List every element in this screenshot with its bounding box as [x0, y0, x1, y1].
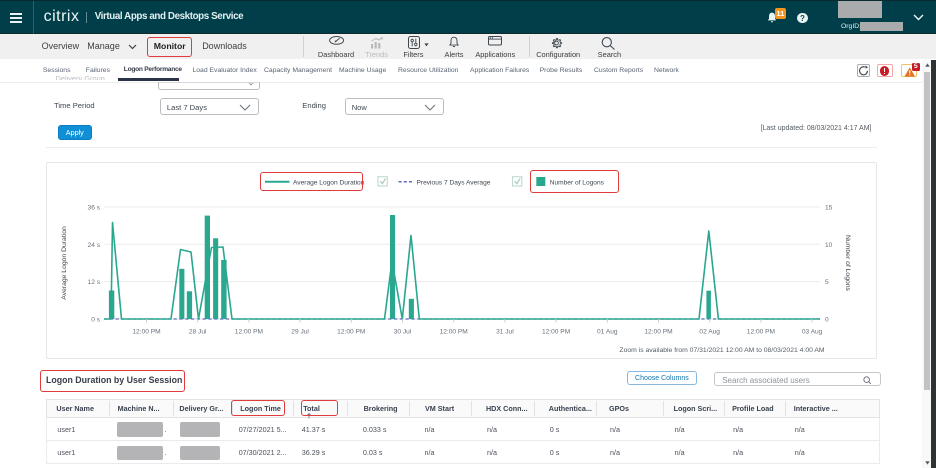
- svg-text:02 Aug: 02 Aug: [699, 328, 720, 335]
- svg-text:12 s: 12 s: [88, 279, 101, 286]
- svg-text:12:00 PM: 12:00 PM: [440, 328, 468, 335]
- svg-text:Zoom is available from 07/31/2: Zoom is available from 07/31/2021 12:00 …: [619, 347, 825, 354]
- svg-text:24 s: 24 s: [88, 241, 101, 248]
- svg-text:12:00 PM: 12:00 PM: [644, 328, 672, 335]
- svg-text:5: 5: [825, 279, 829, 286]
- svg-text:29 Jul: 29 Jul: [291, 328, 309, 335]
- svg-text:12:00 PM: 12:00 PM: [747, 328, 775, 335]
- svg-text:01 Aug: 01 Aug: [597, 328, 618, 335]
- svg-text:Previous 7 Days Average: Previous 7 Days Average: [417, 179, 491, 186]
- svg-text:Average Logon Duration: Average Logon Duration: [61, 226, 68, 300]
- svg-text:15: 15: [825, 204, 833, 211]
- svg-text:03 Aug: 03 Aug: [802, 328, 823, 335]
- svg-text:31 Jul: 31 Jul: [496, 328, 514, 335]
- svg-text:30 Jul: 30 Jul: [394, 328, 412, 335]
- svg-text:12:00 PM: 12:00 PM: [337, 328, 365, 335]
- svg-text:36 s: 36 s: [88, 204, 101, 211]
- svg-text:0: 0: [825, 316, 829, 323]
- svg-text:Number of Logons: Number of Logons: [844, 235, 851, 292]
- svg-text:12:00 PM: 12:00 PM: [132, 328, 160, 335]
- svg-text:10: 10: [825, 241, 833, 248]
- svg-text:12:00 PM: 12:00 PM: [235, 328, 263, 335]
- svg-text:28 Jul: 28 Jul: [189, 328, 207, 335]
- svg-text:0 s: 0 s: [91, 316, 100, 323]
- svg-text:12:00 PM: 12:00 PM: [542, 328, 570, 335]
